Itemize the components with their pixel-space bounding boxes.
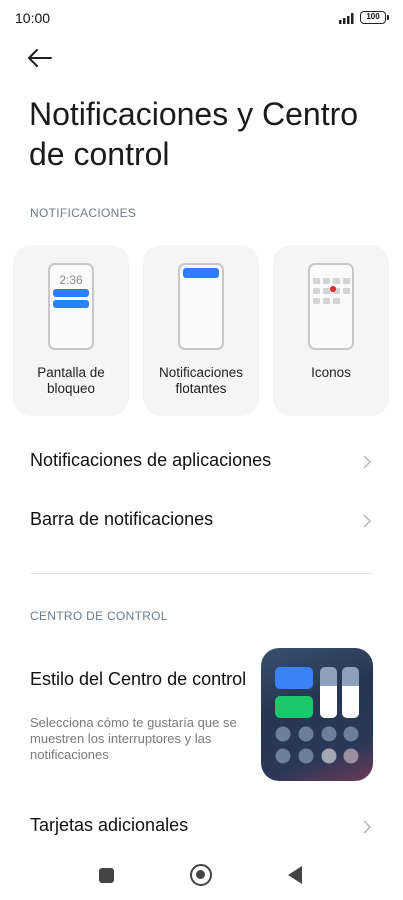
- icons-preview: [308, 263, 354, 350]
- card-label: Iconos: [311, 365, 351, 380]
- battery-icon: 100: [360, 11, 389, 24]
- signal-icon: [339, 13, 354, 24]
- notification-bar-preview: [53, 300, 89, 308]
- chevron-right-icon: [363, 514, 372, 528]
- lock-screen-preview: 2:36: [48, 263, 94, 350]
- row-description: Selecciona cómo te gustaría que se muest…: [30, 715, 237, 762]
- control-center-preview: [261, 648, 373, 781]
- back-button[interactable]: [24, 44, 56, 72]
- tile-preview: [275, 696, 313, 718]
- chevron-right-icon: [363, 455, 372, 469]
- notification-bar-preview: [53, 289, 89, 297]
- back-nav-button[interactable]: [288, 866, 302, 884]
- status-time: 10:00: [15, 10, 51, 26]
- divider: [30, 573, 373, 574]
- arrow-left-icon: [28, 49, 52, 67]
- notification-bar-row[interactable]: Barra de notificaciones: [0, 497, 403, 545]
- preview-time: 2:36: [59, 273, 83, 287]
- battery-level: 100: [366, 12, 380, 21]
- floating-preview: [178, 263, 224, 350]
- app-notifications-row[interactable]: Notificaciones de aplicaciones: [0, 438, 403, 486]
- row-label: Barra de notificaciones: [30, 509, 214, 529]
- row-label: Notificaciones de aplicaciones: [30, 450, 272, 470]
- card-label: Notificaciones flotantes: [158, 365, 244, 396]
- slider-preview: [342, 667, 359, 718]
- icons-card[interactable]: Iconos: [273, 245, 389, 416]
- chevron-right-icon: [363, 820, 372, 834]
- recents-button[interactable]: [99, 868, 114, 883]
- card-label: Pantalla de bloqueo: [37, 365, 105, 396]
- toggle-dots-preview: [275, 726, 359, 764]
- section-label-notifications: NOTIFICACIONES: [30, 206, 137, 220]
- slider-preview: [320, 667, 337, 718]
- floating-notifications-card[interactable]: Notificaciones flotantes: [143, 245, 259, 416]
- extra-cards-row[interactable]: Tarjetas adicionales: [0, 803, 403, 851]
- lock-screen-card[interactable]: 2:36 Pantalla de bloqueo: [13, 245, 129, 416]
- app-grid-icon: [313, 278, 350, 304]
- home-button[interactable]: [190, 864, 212, 886]
- tile-preview: [275, 667, 313, 689]
- status-bar: 10:00 100: [0, 0, 403, 36]
- row-label: Tarjetas adicionales: [30, 815, 189, 835]
- row-label: Estilo del Centro de control: [30, 669, 247, 689]
- notification-bar-preview: [183, 268, 219, 278]
- section-label-control-center: CENTRO DE CONTROL: [30, 609, 168, 623]
- page-title: Notificaciones y Centro de control: [29, 96, 359, 172]
